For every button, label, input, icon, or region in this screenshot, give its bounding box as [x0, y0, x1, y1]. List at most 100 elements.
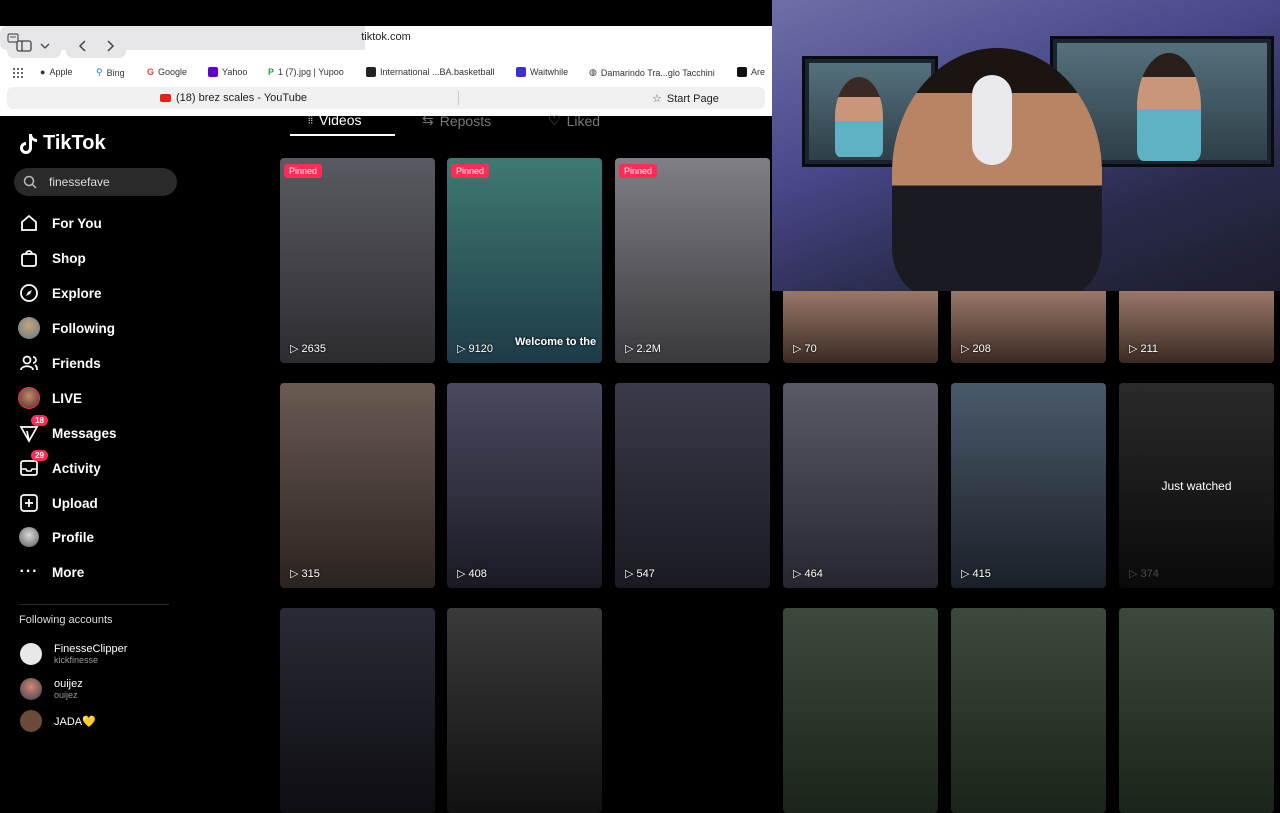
- nav-messages[interactable]: 18 Messages: [18, 415, 117, 447]
- search-icon: ⚲: [96, 67, 103, 77]
- view-count: ▷ 70: [793, 342, 817, 356]
- tiktok-note-icon: [20, 133, 37, 154]
- account-item[interactable]: ouijez ouijez: [20, 678, 83, 700]
- browser-toolbar: tiktok.com ● Apple ⚲ Bing G Google Yahoo P1…: [0, 26, 772, 116]
- following-accounts-title: Following accounts: [19, 614, 113, 626]
- nav-live[interactable]: LIVE: [18, 384, 82, 412]
- video-thumbnail[interactable]: Just watched ▷ 374: [1119, 383, 1274, 588]
- video-thumbnail[interactable]: Pinned ▷ 2635: [280, 158, 435, 363]
- plus-square-icon: [18, 492, 40, 514]
- play-icon: ▷: [457, 343, 466, 355]
- bookmark-fiba[interactable]: International ...BA.basketball: [366, 67, 495, 77]
- google-icon: G: [147, 67, 155, 77]
- play-icon: ▷: [457, 568, 466, 580]
- video-thumbnail[interactable]: Pinned Welcome to the ▷ 9120: [447, 158, 602, 363]
- bookmark-waitwhile[interactable]: Waitwhile: [516, 67, 568, 77]
- friends-icon: [18, 352, 40, 374]
- play-icon: ▷: [793, 568, 802, 580]
- yahoo-icon: [208, 67, 218, 77]
- tab-liked[interactable]: ♡ Liked: [548, 112, 600, 129]
- account-item[interactable]: JADA💛: [20, 710, 96, 732]
- play-icon: ▷: [290, 568, 299, 580]
- video-thumbnail[interactable]: ▷ 415: [951, 383, 1106, 588]
- video-thumbnail[interactable]: ▷ 315: [280, 383, 435, 588]
- video-thumbnail[interactable]: [783, 608, 938, 813]
- search-icon: [23, 175, 37, 189]
- view-count: ▷ 547: [625, 567, 655, 581]
- send-icon: 18: [18, 415, 48, 444]
- avatar: [20, 643, 42, 665]
- tab-bar: (18) brez scales - YouTube ☆ Start Page: [7, 87, 765, 109]
- grid-icon[interactable]: [13, 68, 23, 78]
- search-value: finessefave: [49, 175, 110, 189]
- yupoo-icon: P: [268, 67, 275, 77]
- nav-more[interactable]: ··· More: [18, 558, 85, 586]
- bookmark-apple[interactable]: ● Apple: [40, 67, 72, 77]
- nav-activity[interactable]: 29 Activity: [18, 450, 101, 482]
- shopping-bag-icon: [18, 247, 40, 269]
- bookmark-are[interactable]: Are: [737, 67, 765, 77]
- play-icon: ▷: [793, 343, 802, 355]
- video-thumbnail[interactable]: ▷ 70: [783, 291, 938, 363]
- tab-divider: [458, 91, 459, 105]
- pinned-badge: Pinned: [451, 164, 490, 178]
- nav-explore[interactable]: Explore: [18, 279, 102, 307]
- apple-icon: ●: [40, 67, 46, 77]
- view-count: ▷ 9120: [457, 342, 493, 356]
- tab-reposts[interactable]: ⇆ Reposts: [422, 112, 491, 129]
- bookmark-damarindo[interactable]: ◍ Damarindo Tra...glo Tacchini: [589, 67, 715, 78]
- heart-icon: ♡: [548, 112, 561, 128]
- bookmark-google[interactable]: G Google: [147, 67, 187, 77]
- nav-for-you[interactable]: For You: [18, 209, 102, 237]
- pinned-badge: Pinned: [284, 164, 323, 178]
- grid-icon: ⦙⦙: [308, 113, 313, 126]
- bookmarks-bar: ● Apple ⚲ Bing G Google Yahoo P1 (7).jpg | …: [0, 63, 772, 83]
- more-icon: ···: [19, 563, 39, 580]
- tab-youtube[interactable]: (18) brez scales - YouTube: [160, 92, 307, 104]
- search-input[interactable]: finessefave: [14, 168, 177, 196]
- star-icon: ☆: [652, 93, 662, 105]
- play-icon: ▷: [625, 568, 634, 580]
- video-thumbnail[interactable]: Pinned ▷ 2.2M: [615, 158, 770, 363]
- bookmark-yahoo[interactable]: Yahoo: [208, 67, 247, 77]
- bookmark-bing[interactable]: ⚲ Bing: [96, 67, 125, 78]
- fiba-icon: [366, 67, 376, 77]
- tiktok-logo[interactable]: TikTok: [19, 132, 106, 155]
- view-count: ▷ 2.2M: [625, 342, 661, 356]
- waitwhile-icon: [516, 67, 526, 77]
- play-icon: ▷: [961, 568, 970, 580]
- view-count: ▷ 208: [961, 342, 991, 356]
- video-thumbnail[interactable]: [447, 608, 602, 813]
- nav-profile[interactable]: Profile: [18, 523, 94, 551]
- live-avatar-icon: [18, 387, 40, 409]
- webcam-overlay: [772, 0, 1280, 291]
- view-count: ▷ 315: [290, 567, 320, 581]
- tab-start-page[interactable]: ☆ Start Page: [652, 92, 719, 106]
- video-thumbnail[interactable]: ▷ 211: [1119, 291, 1274, 363]
- video-thumbnail[interactable]: [951, 608, 1106, 813]
- view-count: ▷ 211: [1129, 342, 1159, 356]
- avatar: [20, 710, 42, 732]
- active-tab-indicator: [290, 134, 395, 136]
- profile-tabs: ⦙⦙ Videos ⇆ Reposts ♡ Liked: [280, 110, 772, 140]
- view-count: ▷ 415: [961, 567, 991, 581]
- nav-following[interactable]: Following: [18, 314, 115, 342]
- video-thumbnail[interactable]: ▷ 547: [615, 383, 770, 588]
- view-count: ▷ 374: [1129, 567, 1159, 581]
- youtube-icon: [160, 94, 171, 102]
- address-text: tiktok.com: [361, 31, 411, 43]
- play-icon: ▷: [1129, 568, 1138, 580]
- nav-friends[interactable]: Friends: [18, 349, 101, 377]
- tab-videos[interactable]: ⦙⦙ Videos: [308, 112, 362, 128]
- nav-upload[interactable]: Upload: [18, 489, 98, 517]
- video-thumbnail[interactable]: [1119, 608, 1274, 813]
- nav-shop[interactable]: Shop: [18, 244, 86, 272]
- video-thumbnail[interactable]: ▷ 208: [951, 291, 1106, 363]
- video-thumbnail[interactable]: [280, 608, 435, 813]
- video-thumbnail[interactable]: ▷ 464: [783, 383, 938, 588]
- bookmark-yupoo[interactable]: P1 (7).jpg | Yupoo: [268, 67, 344, 77]
- account-item[interactable]: FinesseClipper kickfinesse: [20, 643, 127, 665]
- messages-badge: 18: [31, 415, 48, 426]
- video-thumbnail[interactable]: ▷ 408: [447, 383, 602, 588]
- sidebar-divider: [19, 604, 169, 605]
